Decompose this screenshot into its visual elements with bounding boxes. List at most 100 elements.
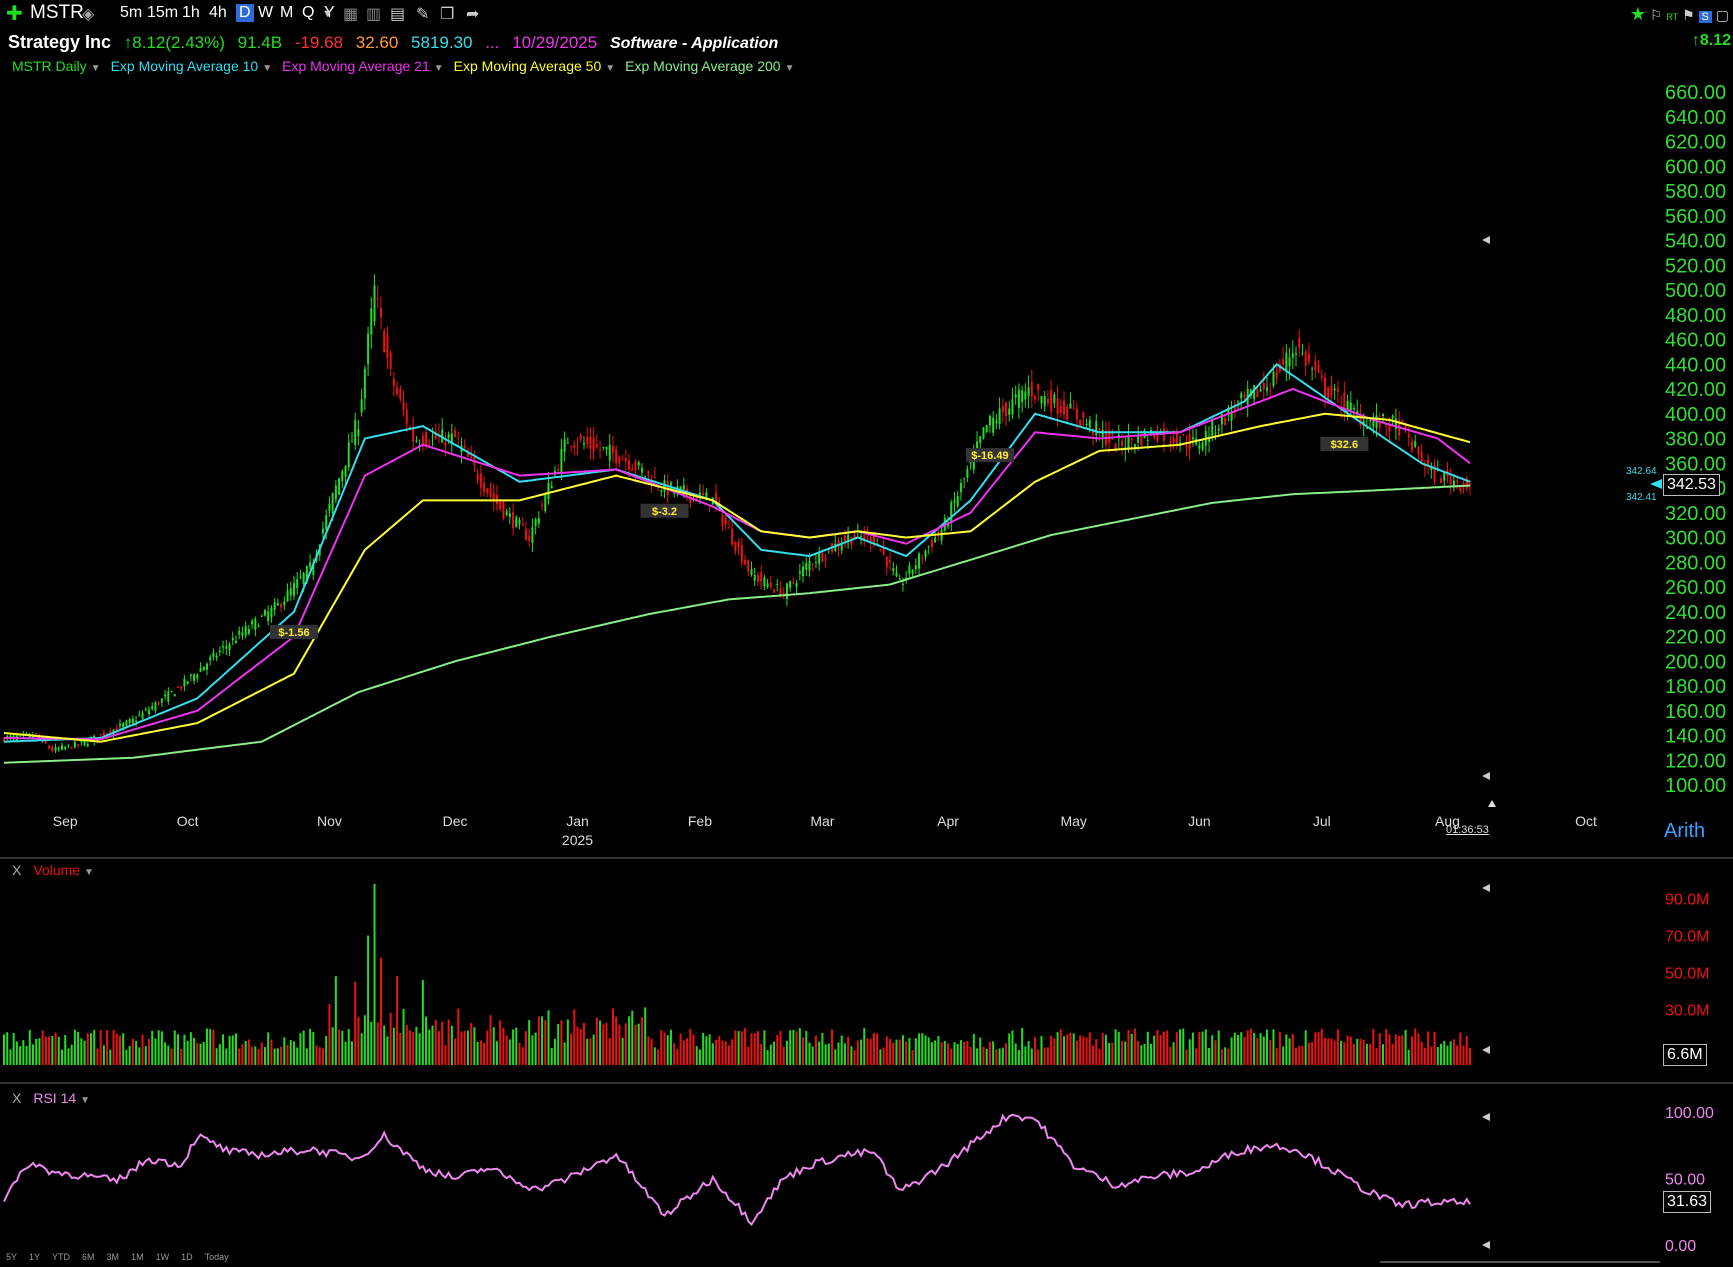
volume-bar — [31, 1044, 34, 1065]
earnings-annotation[interactable]: $-3.2 — [652, 506, 677, 518]
candle-body — [721, 514, 724, 526]
volume-bar — [1375, 1048, 1378, 1065]
volume-bar — [840, 1035, 843, 1065]
volume-bar — [334, 976, 337, 1065]
volume-bar — [631, 1010, 634, 1065]
volume-bar — [1101, 1032, 1104, 1065]
close-rsi-icon[interactable]: X — [12, 1090, 21, 1106]
up-arrow-icon[interactable] — [1488, 800, 1496, 807]
candle-body — [579, 435, 582, 440]
range-button-1d[interactable]: 1D — [181, 1252, 193, 1262]
volume-bar — [196, 1042, 199, 1065]
price-tick-label: 480.00 — [1665, 305, 1726, 327]
price-label-lower: 342.41 — [1626, 492, 1657, 503]
volume-dropdown-icon[interactable]: ▼ — [84, 867, 94, 878]
volume-bar — [77, 1031, 80, 1065]
candle-body — [1217, 428, 1220, 431]
volume-bar — [1440, 1043, 1443, 1065]
volume-bar — [747, 1046, 750, 1065]
candle-body — [682, 485, 685, 490]
volume-bar — [154, 1038, 157, 1065]
volume-bar — [12, 1032, 15, 1065]
volume-bar — [811, 1046, 814, 1065]
candle-body — [331, 493, 334, 514]
chart-canvas: 100.00 120.00140.00 160.00 180.00 200.00220.… — [0, 82, 1733, 1263]
volume-bar — [605, 1022, 608, 1065]
earnings-annotation[interactable]: $-1.56 — [278, 627, 309, 639]
candle-body — [1069, 403, 1072, 409]
volume-bar — [144, 1046, 147, 1065]
candle-body — [273, 602, 276, 610]
candle-body — [283, 601, 286, 606]
rsi-panel-title: X RSI 14 ▼ — [12, 1090, 91, 1106]
range-button-today[interactable]: Today — [205, 1252, 229, 1262]
volume-bar — [705, 1036, 708, 1065]
volume-bar — [289, 1040, 292, 1065]
candle-body — [292, 583, 295, 596]
range-button-1y[interactable]: 1Y — [29, 1252, 40, 1262]
candle-body — [956, 495, 959, 507]
scroll-left-arrow-icon[interactable] — [1482, 236, 1490, 244]
scale-mode-button[interactable]: Arith — [1664, 820, 1705, 843]
volume-bar — [966, 1041, 969, 1065]
scroll-left-arrow-icon[interactable] — [1482, 772, 1490, 780]
volume-bar — [276, 1048, 279, 1065]
volume-bar — [1153, 1035, 1156, 1065]
volume-bar — [628, 1016, 631, 1065]
volume-bar — [544, 1020, 547, 1065]
scroll-left-arrow-icon[interactable] — [1482, 884, 1490, 892]
volume-bar — [354, 981, 357, 1065]
candle-body — [798, 571, 801, 574]
volume-bar — [905, 1041, 908, 1065]
earnings-annotation[interactable]: $32.6 — [1331, 439, 1359, 451]
volume-bar — [441, 1021, 444, 1065]
volume-bar — [592, 1034, 595, 1065]
candle-body — [988, 416, 991, 426]
volume-bar — [711, 1043, 714, 1065]
volume-bar — [44, 1036, 47, 1065]
volume-bar — [1224, 1047, 1227, 1065]
candle-body — [724, 517, 727, 525]
candle-body — [270, 607, 273, 618]
range-button-1m[interactable]: 1M — [131, 1252, 144, 1262]
volume-bar — [560, 1020, 563, 1065]
volume-bar — [292, 1041, 295, 1065]
close-volume-icon[interactable]: X — [12, 862, 21, 878]
range-button-ytd[interactable]: YTD — [52, 1252, 70, 1262]
volume-bar — [1201, 1031, 1204, 1065]
rsi-dropdown-icon[interactable]: ▼ — [80, 1095, 90, 1106]
candle-body — [257, 626, 260, 628]
volume-bar — [969, 1046, 972, 1065]
scroll-left-arrow-icon[interactable] — [1482, 1113, 1490, 1121]
scroll-left-arrow-icon[interactable] — [1482, 1241, 1490, 1249]
candle-body — [966, 468, 969, 478]
candle-body — [499, 501, 502, 509]
candle-body — [1021, 390, 1024, 403]
range-button-6m[interactable]: 6M — [82, 1252, 95, 1262]
earnings-annotation[interactable]: $-16.49 — [971, 450, 1008, 462]
candle-body — [128, 719, 131, 724]
month-tick-label: Apr — [937, 813, 959, 829]
candle-body — [1198, 445, 1201, 449]
candle-body — [1063, 400, 1066, 415]
candle-body — [814, 562, 817, 564]
volume-bar — [1075, 1040, 1078, 1065]
candle-body — [486, 488, 489, 494]
candle-body — [483, 483, 486, 492]
volume-bar — [1001, 1047, 1004, 1065]
candle-body — [1037, 383, 1040, 391]
range-button-3m[interactable]: 3M — [107, 1252, 120, 1262]
range-button-1w[interactable]: 1W — [156, 1252, 170, 1262]
bar-countdown: 01:36:53 — [1446, 824, 1489, 836]
candle-body — [1172, 438, 1175, 443]
range-button-5y[interactable]: 5Y — [6, 1252, 17, 1262]
candle-body — [518, 520, 521, 525]
candle-body — [979, 436, 982, 443]
volume-bar — [959, 1040, 962, 1065]
volume-bar — [911, 1049, 914, 1065]
price-tick-label: 320.00 — [1665, 503, 1726, 525]
volume-bar — [267, 1032, 270, 1065]
candle-body — [196, 674, 199, 679]
scroll-left-arrow-icon[interactable] — [1482, 1046, 1490, 1054]
candle-body — [911, 569, 914, 575]
